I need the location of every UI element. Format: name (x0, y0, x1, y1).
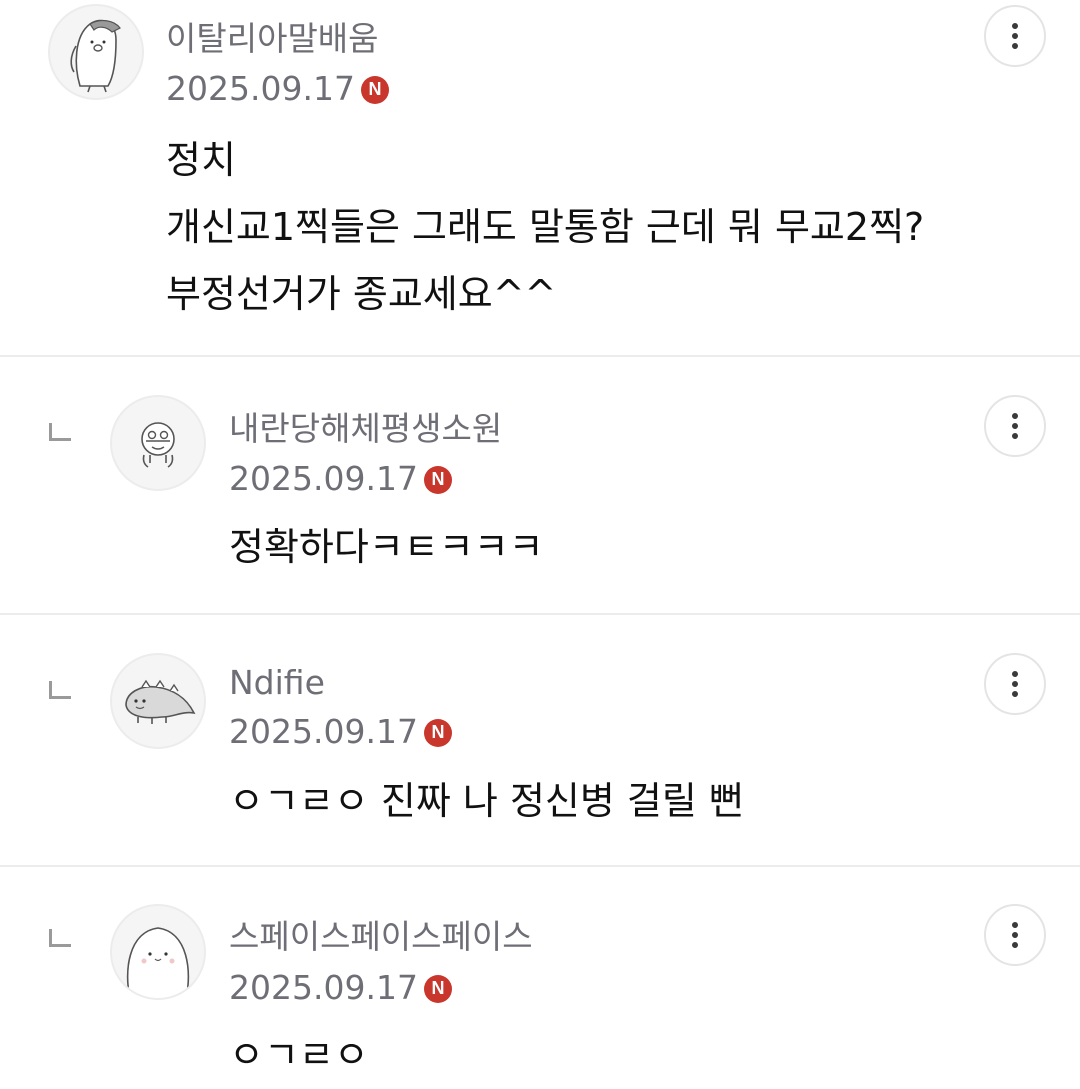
more-options-button[interactable] (984, 5, 1046, 67)
comment-body: 정확하다ㅋㅌㅋㅋㅋ (229, 514, 544, 581)
more-vertical-icon (1012, 413, 1018, 419)
comment-line: ㅇㄱㄹㅇ (229, 1033, 369, 1077)
comment-nickname[interactable]: 스페이스페이스페이스 (229, 920, 533, 953)
reply-arrow-icon (49, 423, 71, 441)
comment-line: 정확하다ㅋㅌㅋㅋㅋ (229, 525, 544, 569)
new-badge-icon: N (360, 75, 389, 104)
comment-body: 정치 개신교1찍들은 그래도 말통함 근데 뭐 무교2찍? 부정선거가 종교세요… (166, 127, 924, 328)
more-vertical-icon (1012, 671, 1018, 677)
more-options-button[interactable] (984, 395, 1046, 457)
new-badge-icon: N (423, 718, 452, 747)
more-options-button[interactable] (984, 904, 1046, 966)
reply-arrow-icon (49, 681, 71, 699)
more-options-button[interactable] (984, 653, 1046, 715)
comment-date-row: 2025.09.17 N (229, 971, 452, 1004)
comment-body: ㅇㄱㄹㅇ 진짜 나 정신병 걸릴 뻔 (229, 768, 744, 835)
comment-line: 개신교1찍들은 그래도 말통함 근데 뭐 무교2찍? (166, 205, 925, 249)
more-vertical-icon (1012, 23, 1018, 29)
comment-line: 정치 (166, 138, 236, 182)
new-badge-icon: N (423, 974, 452, 1003)
comment-date: 2025.09.17 (166, 69, 355, 108)
comment-date-row: 2025.09.17 N (229, 715, 452, 748)
comment-date-row: 2025.09.17 N (229, 462, 452, 495)
comment-nickname[interactable]: 이탈리아말배움 (166, 22, 379, 55)
penguin-avatar-icon[interactable] (48, 4, 144, 100)
more-vertical-icon (1012, 922, 1018, 928)
reply-item: 스페이스페이스페이스 2025.09.17 N ㅇㄱㄹㅇ (0, 867, 1080, 1087)
dinosaur-avatar-icon[interactable] (110, 653, 206, 749)
reply-item: Ndifie 2025.09.17 N ㅇㄱㄹㅇ 진짜 나 정신병 걸릴 뻔 (0, 615, 1080, 865)
new-badge-icon: N (423, 465, 452, 494)
comment-date: 2025.09.17 (229, 968, 418, 1007)
comment-date: 2025.09.17 (229, 712, 418, 751)
blob-avatar-icon[interactable] (110, 904, 206, 1000)
comment-line: 부정선거가 종교세요^^ (166, 272, 557, 316)
comment-body: ㅇㄱㄹㅇ (229, 1022, 369, 1089)
comment-item: 이탈리아말배움 2025.09.17 N 정치 개신교1찍들은 그래도 말통함 … (0, 0, 1080, 356)
reply-item: 내란당해체평생소원 2025.09.17 N 정확하다ㅋㅌㅋㅋㅋ (0, 357, 1080, 613)
comment-date-row: 2025.09.17 N (166, 72, 389, 105)
reply-arrow-icon (49, 929, 71, 947)
comment-line: ㅇㄱㄹㅇ 진짜 나 정신병 걸릴 뻔 (229, 779, 744, 823)
comment-nickname[interactable]: 내란당해체평생소원 (229, 412, 502, 445)
comment-date: 2025.09.17 (229, 459, 418, 498)
comment-nickname[interactable]: Ndifie (229, 666, 325, 699)
round-creature-avatar-icon[interactable] (110, 395, 206, 491)
